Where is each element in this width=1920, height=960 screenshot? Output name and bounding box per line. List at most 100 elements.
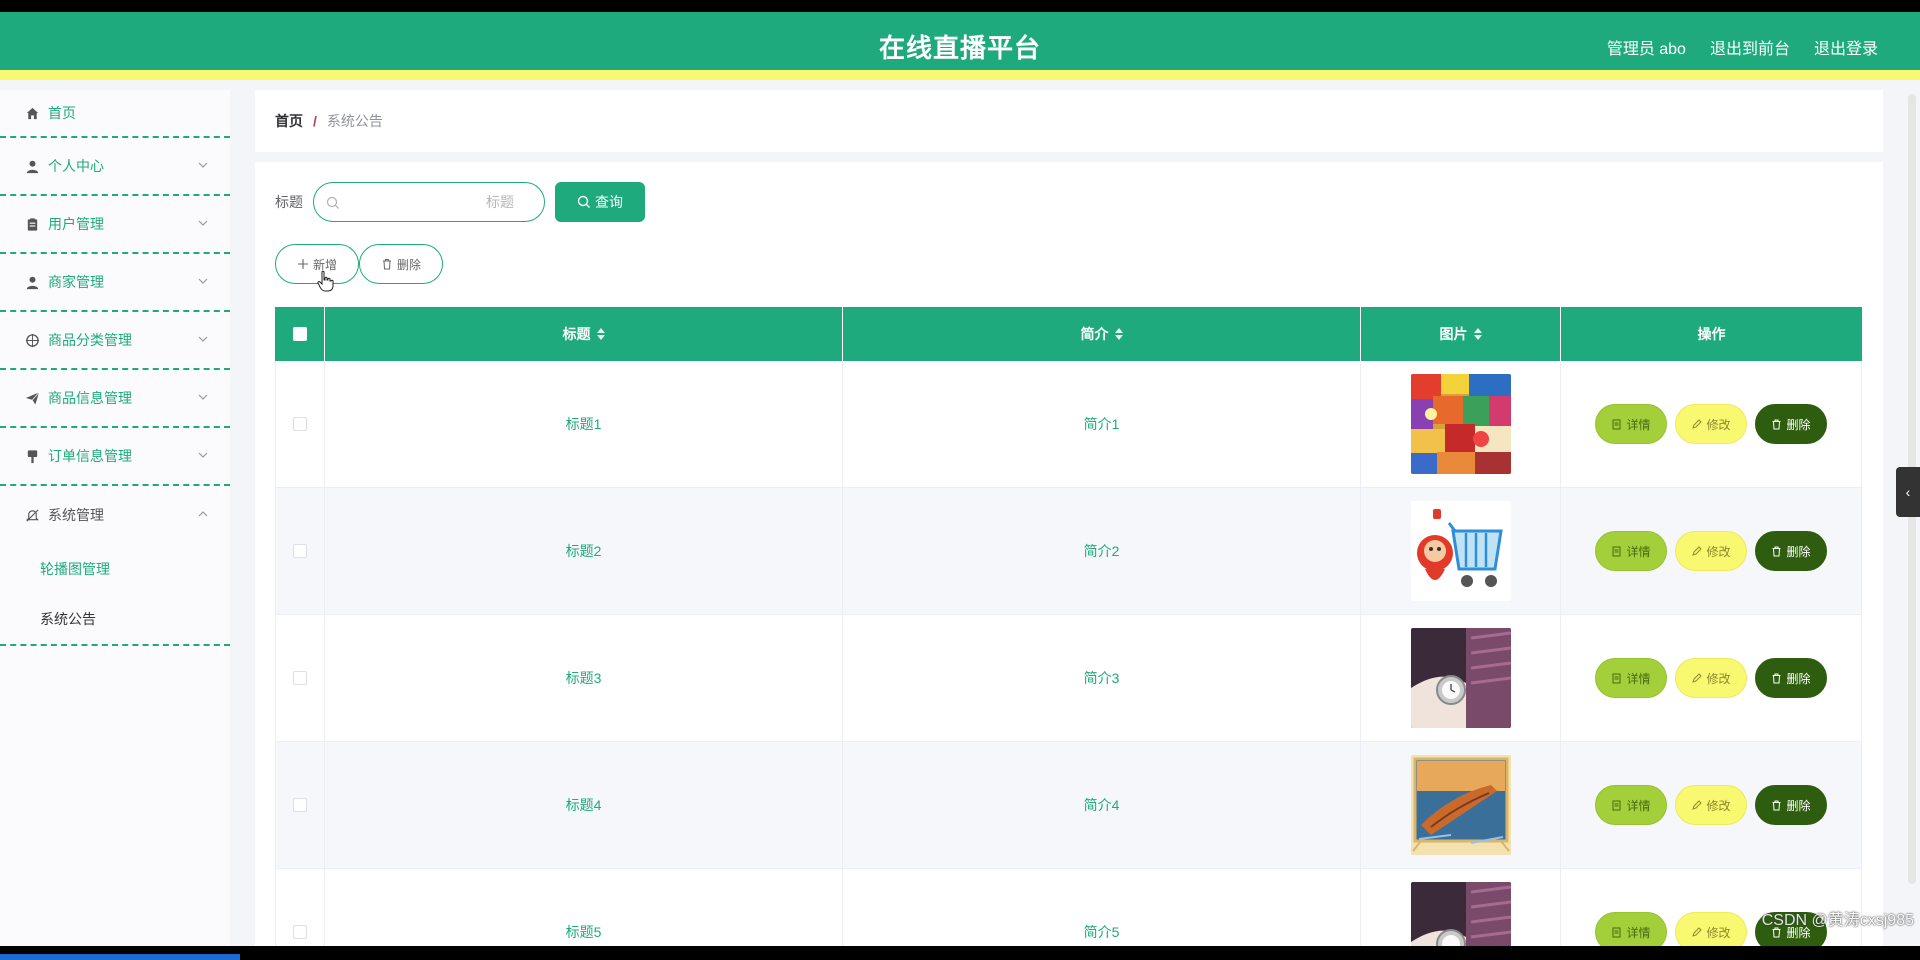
sidebar-item-merchant-management[interactable]: 商家管理 [0, 254, 230, 312]
delete-button[interactable]: 删除 [1755, 404, 1827, 444]
row-operations: 详情 修改 删除 [1561, 488, 1862, 614]
edit-icon [1692, 926, 1703, 937]
edit-button[interactable]: 修改 [1675, 531, 1747, 571]
edit-button[interactable]: 修改 [1675, 404, 1747, 444]
row-picture-cell [1361, 615, 1561, 741]
watch-image[interactable] [1410, 882, 1511, 946]
app-screen: 在线直播平台 管理员 abo 退出到前台 退出登录 首页 个人中心 用户管理 商… [0, 12, 1920, 946]
document-icon [1612, 927, 1621, 937]
breadcrumb-home[interactable]: 首页 [275, 111, 303, 131]
column-picture[interactable]: 图片 [1361, 307, 1561, 361]
column-title[interactable]: 标题 [325, 307, 843, 361]
edit-label: 修改 [1706, 544, 1731, 559]
batch-delete-button[interactable]: 删除 [359, 244, 443, 284]
sidebar-item-user-management[interactable]: 用户管理 [0, 196, 230, 254]
announcement-table: 标题 简介 图片 操作 标题1 简介1 详情 修改 删除 标题2 简介2 详情 … [275, 307, 1862, 946]
document-icon [1612, 800, 1621, 810]
brush-icon [24, 448, 40, 464]
user-icon [24, 158, 40, 174]
chevron-down-icon [198, 452, 208, 458]
row-select-cell [275, 615, 325, 741]
document-icon [1612, 546, 1621, 556]
detail-button[interactable]: 详情 [1595, 531, 1667, 571]
watch-image[interactable] [1410, 628, 1511, 728]
boat-image[interactable] [1410, 755, 1511, 855]
row-title: 标题2 [325, 488, 843, 614]
query-button-label: 查询 [595, 194, 623, 210]
row-select-cell [275, 742, 325, 868]
column-operations: 操作 [1561, 307, 1862, 361]
column-title-label: 标题 [562, 326, 591, 342]
mouse-cursor-icon [317, 270, 334, 292]
batch-delete-label: 删除 [396, 257, 421, 272]
delete-button[interactable]: 删除 [1755, 658, 1827, 698]
select-all-cell [275, 307, 325, 361]
chevron-down-icon [198, 336, 208, 342]
snacks-image[interactable] [1410, 374, 1511, 474]
row-checkbox[interactable] [293, 798, 307, 812]
sidebar-item-home[interactable]: 首页 [0, 90, 230, 138]
delete-button[interactable]: 删除 [1755, 785, 1827, 825]
table-row: 标题1 简介1 详情 修改 删除 [275, 361, 1862, 488]
row-intro: 简介2 [843, 488, 1361, 614]
table-row: 标题5 简介5 详情 修改 删除 [275, 869, 1862, 946]
title-search-input[interactable] [314, 183, 544, 221]
trash-icon [1772, 800, 1781, 810]
detail-button[interactable]: 详情 [1595, 912, 1667, 946]
submenu-item-announcement[interactable]: 系统公告 [0, 594, 230, 644]
sidebar-item-category-management[interactable]: 商品分类管理 [0, 312, 230, 370]
search-box [313, 182, 545, 222]
column-intro[interactable]: 简介 [843, 307, 1361, 361]
breadcrumb-current: 系统公告 [326, 113, 383, 129]
detail-button[interactable]: 详情 [1595, 658, 1667, 698]
search-form: 标题 查询 [275, 182, 645, 222]
row-checkbox[interactable] [293, 417, 307, 431]
top-header: 在线直播平台 管理员 abo 退出到前台 退出登录 [0, 12, 1920, 80]
sidebar-item-label: 用户管理 [48, 216, 104, 232]
select-all-checkbox[interactable] [292, 327, 307, 341]
row-select-cell [275, 869, 325, 946]
detail-label: 详情 [1626, 544, 1651, 559]
user-icon [24, 274, 40, 290]
sidebar-item-system-header[interactable]: 系统管理 [0, 486, 230, 544]
edit-label: 修改 [1706, 798, 1731, 813]
row-operations: 详情 修改 删除 [1561, 361, 1862, 487]
logout-link[interactable]: 退出登录 [1814, 35, 1878, 59]
table-row: 标题4 简介4 详情 修改 删除 [275, 742, 1862, 869]
sort-icon [1473, 328, 1482, 340]
row-checkbox[interactable] [293, 925, 307, 939]
plus-icon [297, 259, 308, 269]
row-operations: 详情 修改 删除 [1561, 615, 1862, 741]
action-bar: 新增 删除 [275, 244, 443, 284]
document-icon [1612, 673, 1621, 683]
detail-button[interactable]: 详情 [1595, 785, 1667, 825]
row-checkbox[interactable] [293, 671, 307, 685]
exit-to-front-link[interactable]: 退出到前台 [1710, 35, 1790, 59]
edit-icon [1692, 418, 1703, 429]
column-picture-label: 图片 [1439, 326, 1468, 342]
row-select-cell [275, 488, 325, 614]
sidebar-item-product-management[interactable]: 商品信息管理 [0, 370, 230, 428]
edit-button[interactable]: 修改 [1675, 658, 1747, 698]
query-button[interactable]: 查询 [555, 182, 645, 222]
edit-button[interactable]: 修改 [1675, 912, 1747, 946]
row-checkbox[interactable] [293, 544, 307, 558]
detail-label: 详情 [1626, 671, 1651, 686]
trash-icon [382, 259, 391, 270]
detail-button[interactable]: 详情 [1595, 404, 1667, 444]
sidebar-item-order-management[interactable]: 订单信息管理 [0, 428, 230, 486]
row-intro: 简介5 [843, 869, 1361, 946]
detail-label: 详情 [1626, 798, 1651, 813]
main-content: 标题 查询 新增 删除 标题 简介 [255, 162, 1883, 946]
sort-icon [596, 328, 605, 340]
detail-label: 详情 [1626, 417, 1651, 432]
cart-image[interactable] [1410, 501, 1511, 601]
table-header: 标题 简介 图片 操作 [275, 307, 1862, 361]
edit-button[interactable]: 修改 [1675, 785, 1747, 825]
delete-button[interactable]: 删除 [1755, 531, 1827, 571]
search-icon [326, 196, 339, 209]
submenu-item-carousel[interactable]: 轮播图管理 [0, 544, 230, 594]
sidebar-item-personal-center[interactable]: 个人中心 [0, 138, 230, 196]
row-picture-cell [1361, 742, 1561, 868]
collapse-panel-toggle[interactable]: ‹ [1896, 467, 1920, 517]
